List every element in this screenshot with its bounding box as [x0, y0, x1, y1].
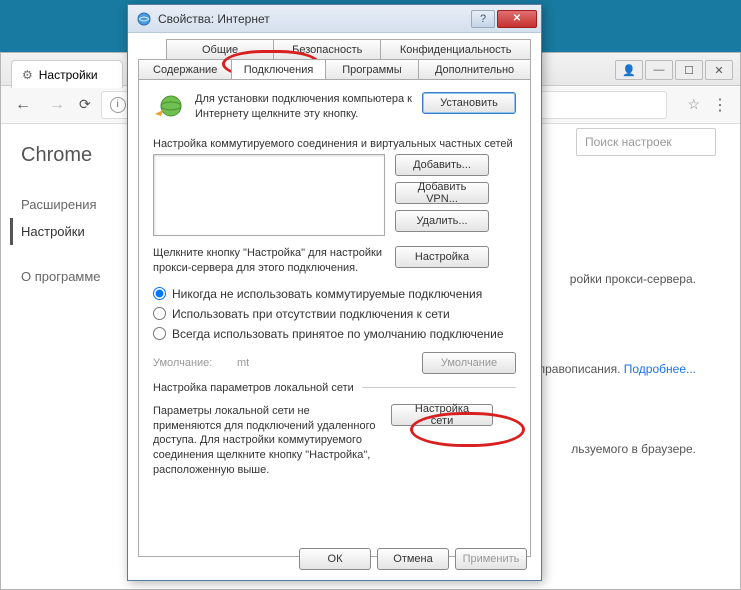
sidebar-item-settings[interactable]: Настройки: [10, 218, 141, 245]
default-value: mt: [237, 357, 410, 369]
radio-when-absent[interactable]: Использовать при отсутствии подключения …: [153, 304, 516, 324]
lan-section-label: Настройка параметров локальной сети: [153, 382, 354, 394]
default-label: Умолчание:: [153, 357, 225, 369]
tab-strip: Общие Безопасность Конфиденциальность Со…: [138, 39, 531, 79]
lan-settings-button[interactable]: Настройка сети: [391, 404, 493, 426]
search-input[interactable]: Поиск настроек: [576, 128, 716, 156]
dialup-section-label: Настройка коммутируемого соединения и ви…: [153, 138, 516, 150]
chrome-title: Chrome: [21, 144, 141, 167]
add-button[interactable]: Добавить...: [395, 154, 489, 176]
tab-advanced[interactable]: Дополнительно: [418, 59, 531, 79]
dialog-close-button[interactable]: ✕: [497, 10, 537, 28]
radio-never[interactable]: Никогда не использовать коммутируемые по…: [153, 284, 516, 304]
tab-programs[interactable]: Программы: [325, 59, 419, 79]
search-placeholder: Поиск настроек: [585, 135, 672, 149]
maximize-button[interactable]: ☐: [675, 60, 703, 80]
browser-tab[interactable]: ⚙ Настройки: [11, 60, 123, 88]
radio-always-input[interactable]: [153, 327, 166, 340]
proxy-text: Щелкните кнопку "Настройка" для настройк…: [153, 246, 385, 276]
radio-always[interactable]: Всегда использовать принятое по умолчани…: [153, 324, 516, 344]
setup-text: Для установки подключения компьютера к И…: [195, 92, 412, 122]
tab-content[interactable]: Содержание: [138, 59, 232, 79]
sidebar-item-about[interactable]: О программе: [21, 263, 141, 290]
lan-text: Параметры локальной сети не применяются …: [153, 404, 381, 478]
connections-panel: Для установки подключения компьютера к И…: [138, 79, 531, 557]
forward-button[interactable]: →: [45, 93, 69, 117]
internet-properties-dialog: Свойства: Интернет ? ✕ Общие Безопасност…: [127, 4, 542, 581]
minimize-button[interactable]: ―: [645, 60, 673, 80]
remove-button[interactable]: Удалить...: [395, 210, 489, 232]
default-button[interactable]: Умолчание: [422, 352, 516, 374]
close-button[interactable]: ✕: [705, 60, 733, 80]
dialog-title: Свойства: Интернет: [158, 12, 471, 26]
radio-never-input[interactable]: [153, 287, 166, 300]
reload-button[interactable]: ⟳: [79, 96, 91, 113]
radio-when-absent-input[interactable]: [153, 307, 166, 320]
add-vpn-button[interactable]: Добавить VPN...: [395, 182, 489, 204]
apply-button[interactable]: Применить: [455, 548, 527, 570]
ok-button[interactable]: ОК: [299, 548, 371, 570]
back-button[interactable]: ←: [11, 93, 35, 117]
menu-icon[interactable]: ⋮: [710, 95, 730, 115]
dial-radios: Никогда не использовать коммутируемые по…: [153, 284, 516, 344]
dialog-titlebar: Свойства: Интернет ? ✕: [128, 5, 541, 33]
connections-listbox[interactable]: [153, 154, 385, 236]
user-icon[interactable]: 👤: [615, 60, 643, 80]
lan-divider: Настройка параметров локальной сети: [153, 382, 516, 394]
tab-connections[interactable]: Подключения: [231, 59, 325, 79]
tab-general[interactable]: Общие: [166, 39, 274, 59]
globe-wizard-icon: [153, 92, 185, 124]
install-button[interactable]: Установить: [422, 92, 516, 114]
tab-privacy[interactable]: Конфиденциальность: [380, 39, 531, 59]
tab-title: Настройки: [39, 68, 98, 82]
sidebar-item-extensions[interactable]: Расширения: [21, 191, 141, 218]
internet-options-icon: [136, 11, 152, 27]
tab-security[interactable]: Безопасность: [273, 39, 381, 59]
info-icon: i: [110, 97, 126, 113]
settings-button[interactable]: Настройка: [395, 246, 489, 268]
gear-icon: ⚙: [22, 68, 33, 82]
dialog-body: Общие Безопасность Конфиденциальность Со…: [128, 33, 541, 580]
window-controls: 👤 ― ☐ ✕: [615, 60, 733, 80]
chrome-sidebar: Chrome Расширения Настройки О программе: [1, 124, 141, 589]
help-button[interactable]: ?: [471, 10, 495, 28]
cancel-button[interactable]: Отмена: [377, 548, 449, 570]
learn-more-link[interactable]: Подробнее...: [624, 362, 696, 376]
dialog-buttons: ОК Отмена Применить: [299, 548, 527, 570]
bookmark-icon[interactable]: ☆: [687, 96, 700, 113]
